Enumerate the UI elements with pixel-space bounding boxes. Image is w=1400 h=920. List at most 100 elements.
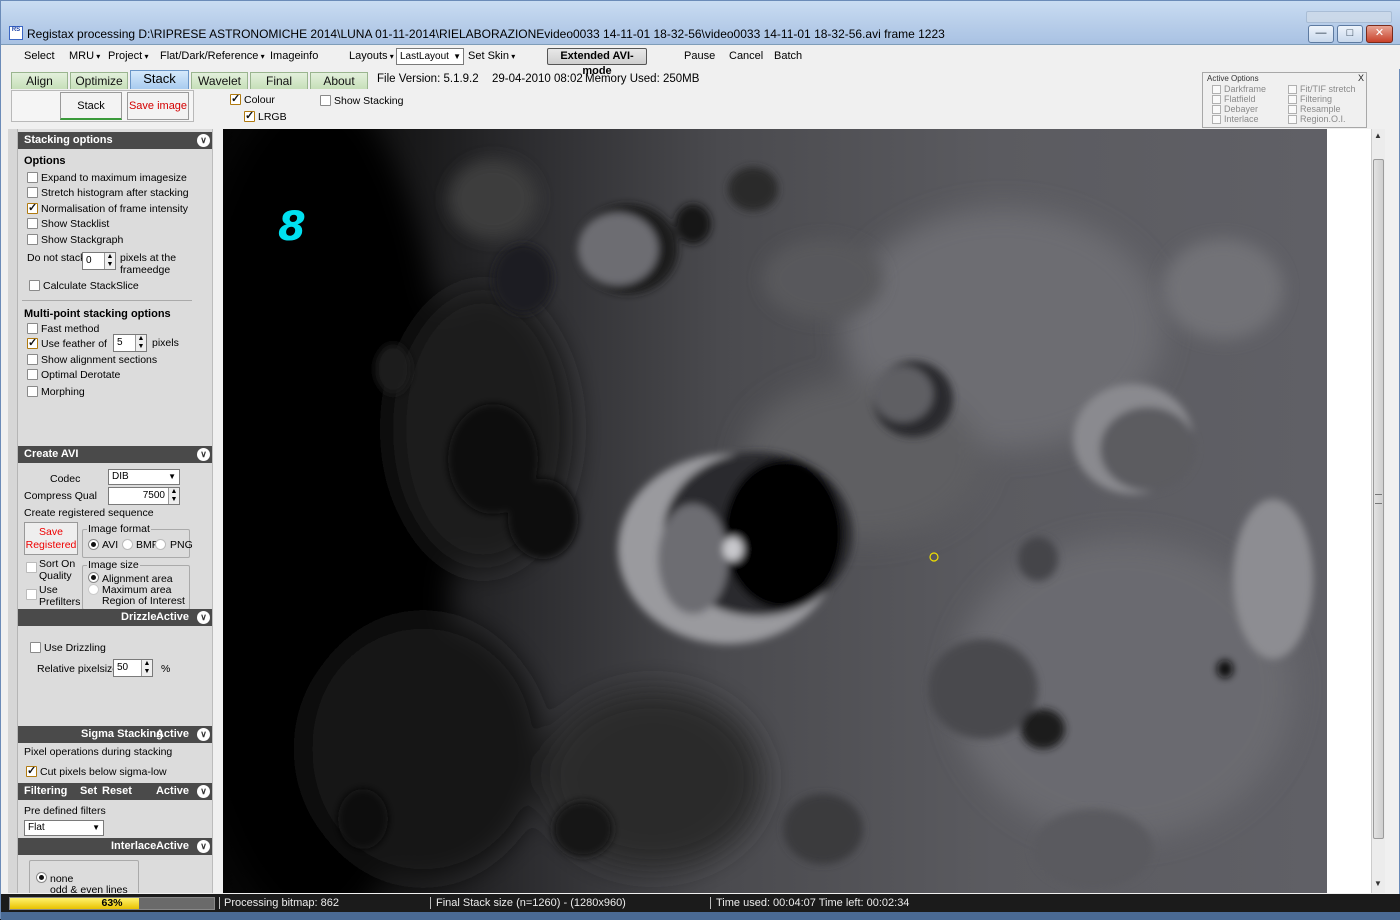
chevron-down-icon: ▼ (92, 823, 100, 832)
pixelsize-stepper[interactable]: 50 ▲ ▼ (113, 659, 153, 677)
create-avi-header[interactable]: Create AVI ∨ (18, 446, 212, 463)
close-button[interactable]: ✕ (1366, 25, 1393, 43)
colour-checkbox[interactable] (230, 92, 241, 105)
vertical-scrollbar[interactable]: ▲ ▼ (1371, 129, 1385, 893)
chevron-down-icon: ▼ (453, 52, 461, 61)
scrollbar-grip-icon (1375, 494, 1382, 504)
cancel-button[interactable]: Cancel (729, 50, 763, 62)
window-title: Registax processing D:\RIPRESE ASTRONOMI… (27, 27, 945, 41)
menu-select[interactable]: Select (24, 50, 55, 62)
collapse-chevron-icon[interactable]: ∨ (197, 134, 210, 147)
use-prefilters-checkbox[interactable] (26, 589, 37, 600)
save-registered-line2: Registered (25, 539, 77, 551)
region-oi-option-checkbox[interactable] (1288, 115, 1297, 124)
tab-wavelet[interactable]: Wavelet (191, 72, 248, 89)
darkframe-option-checkbox[interactable] (1212, 85, 1221, 94)
menu-project[interactable]: Project (108, 50, 149, 62)
predefined-filter-select[interactable]: Flat ▼ (24, 820, 104, 836)
show-stacklist-checkbox[interactable] (27, 218, 38, 229)
feather-pixels-unit: pixels (152, 337, 179, 349)
feather-pixels-value: 5 (117, 337, 123, 348)
bmp-radio[interactable] (122, 539, 133, 550)
debayer-option-checkbox[interactable] (1212, 105, 1221, 114)
filtering-option-checkbox[interactable] (1288, 95, 1297, 104)
fast-method-checkbox[interactable] (27, 323, 38, 334)
cut-pixels-checkbox[interactable] (26, 764, 37, 777)
tab-align[interactable]: Align (11, 72, 68, 89)
scroll-up-arrow-icon[interactable]: ▲ (1374, 131, 1382, 140)
show-alignment-sections-checkbox[interactable] (27, 354, 38, 365)
scroll-down-arrow-icon[interactable]: ▼ (1374, 879, 1382, 888)
menu-mru[interactable]: MRU (69, 50, 100, 62)
layout-select[interactable]: LastLayout ▼ (396, 48, 464, 65)
stretch-histogram-label: Stretch histogram after stacking (41, 187, 189, 199)
optimal-derotate-checkbox[interactable] (27, 369, 38, 380)
pause-button[interactable]: Pause (684, 50, 715, 62)
expand-imagesize-checkbox[interactable] (27, 172, 38, 183)
sort-on-quality-checkbox[interactable] (26, 562, 37, 573)
fit-tif-stretch-option-checkbox[interactable] (1288, 85, 1297, 94)
use-drizzling-checkbox[interactable] (30, 642, 41, 653)
stepper-arrows-icon[interactable]: ▲ ▼ (141, 660, 152, 676)
stack-button[interactable]: Stack (60, 92, 122, 120)
interlace-none-radio[interactable] (36, 872, 47, 883)
sigma-stacking-status: Active (155, 728, 189, 740)
drizzle-header[interactable]: Drizzle Active ∨ (18, 609, 212, 626)
resample-option-checkbox[interactable] (1288, 105, 1297, 114)
minimize-button[interactable]: — (1308, 25, 1334, 43)
morphing-checkbox[interactable] (27, 386, 38, 397)
tab-optimize[interactable]: Optimize (70, 72, 128, 89)
collapse-chevron-icon[interactable]: ∨ (197, 840, 210, 853)
batch-button[interactable]: Batch (774, 50, 802, 62)
stacking-options-header[interactable]: Stacking options ∨ (18, 132, 212, 149)
show-stacking-checkbox[interactable] (320, 95, 331, 106)
stepper-arrows-icon[interactable]: ▲ ▼ (135, 335, 146, 351)
progress-bar: 63% (9, 897, 215, 910)
tab-final[interactable]: Final (250, 72, 308, 89)
collapse-chevron-icon[interactable]: ∨ (197, 728, 210, 741)
maximize-button[interactable]: □ (1337, 25, 1363, 43)
alignment-area-radio[interactable] (88, 572, 99, 583)
flatfield-option-checkbox[interactable] (1212, 95, 1221, 104)
stepper-arrows-icon[interactable]: ▲ ▼ (168, 488, 179, 504)
normalisation-checkbox[interactable] (27, 201, 38, 214)
codec-select[interactable]: DIB ▼ (108, 469, 180, 485)
compress-qual-value: 7500 (142, 490, 165, 501)
use-feather-checkbox[interactable] (27, 336, 38, 349)
menu-flat-dark-reference[interactable]: Flat/Dark/Reference (160, 50, 265, 62)
normalisation-label: Normalisation of frame intensity (41, 203, 189, 215)
tab-about[interactable]: About (310, 72, 368, 89)
frameedge-label: frameedge (120, 264, 171, 276)
stepper-arrows-icon[interactable]: ▲ ▼ (104, 253, 115, 269)
collapse-chevron-icon[interactable]: ∨ (197, 448, 210, 461)
collapse-chevron-icon[interactable]: ∨ (197, 611, 210, 624)
menu-set-skin[interactable]: Set Skin (468, 50, 515, 62)
filtering-reset-button[interactable]: Reset (102, 783, 132, 800)
interlace-header[interactable]: Interlace Active ∨ (18, 838, 212, 855)
maximum-area-radio[interactable] (88, 584, 99, 595)
compress-qual-stepper[interactable]: 7500 ▲ ▼ (108, 487, 180, 505)
stacked-image-view[interactable]: 8 (223, 129, 1327, 893)
save-image-button[interactable]: Save image (127, 92, 189, 120)
png-radio[interactable] (155, 539, 166, 550)
filtering-set-button[interactable]: Set (80, 783, 97, 800)
show-stackgraph-checkbox[interactable] (27, 234, 38, 245)
sigma-stacking-header[interactable]: Sigma Stacking Active ∨ (18, 726, 212, 743)
menu-layouts[interactable]: Layouts (349, 50, 394, 62)
avi-radio[interactable] (88, 539, 99, 550)
lrgb-checkbox[interactable] (244, 109, 255, 122)
panel-splitter[interactable] (8, 129, 18, 893)
calculate-stackslice-checkbox[interactable] (29, 280, 40, 291)
interlace-option-checkbox[interactable] (1212, 115, 1221, 124)
active-options-close-button[interactable]: X (1358, 73, 1364, 83)
stretch-histogram-checkbox[interactable] (27, 187, 38, 198)
fit-tif-stretch-option-label: Fit/TIF stretch (1300, 84, 1356, 94)
frameedge-pixels-stepper[interactable]: 0 ▲ ▼ (82, 252, 116, 270)
collapse-chevron-icon[interactable]: ∨ (197, 785, 210, 798)
menu-imageinfo[interactable]: Imageinfo (270, 50, 318, 62)
tab-stack[interactable]: Stack (130, 70, 189, 89)
feather-pixels-stepper[interactable]: 5 ▲ ▼ (113, 334, 147, 352)
extended-avi-mode-button[interactable]: Extended AVI-mode (547, 48, 647, 77)
filtering-header[interactable]: Filtering Set Reset Active ∨ (18, 783, 212, 800)
save-registered-button[interactable]: Save Registered (24, 522, 78, 555)
